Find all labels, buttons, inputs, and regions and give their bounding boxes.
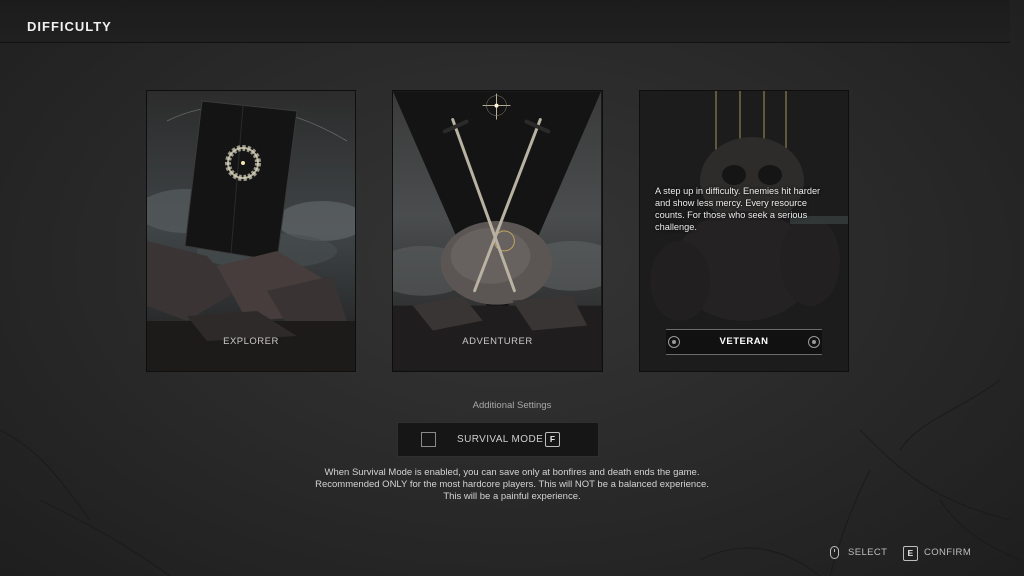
additional-settings-title: Additional Settings xyxy=(472,400,552,411)
key-e-icon: E xyxy=(903,546,918,561)
confirm-hint[interactable]: E CONFIRM xyxy=(903,546,973,561)
difficulty-card-adventurer[interactable]: ADVENTURER xyxy=(393,91,602,371)
survival-mode-label: SURVIVAL MODE xyxy=(457,434,544,445)
select-hint[interactable]: SELECT xyxy=(830,546,890,560)
card-label: ADVENTURER xyxy=(462,336,533,347)
card-label: VETERAN xyxy=(719,336,769,347)
survival-mode-toggle[interactable]: SURVIVAL MODE F xyxy=(397,422,599,457)
select-hint-label: SELECT xyxy=(848,547,888,558)
warning-line: When Survival Mode is enabled, you can s… xyxy=(324,467,700,478)
difficulty-card-explorer[interactable]: EXPLORER xyxy=(147,91,355,371)
key-f-icon: F xyxy=(545,432,560,447)
confirm-hint-label: CONFIRM xyxy=(924,547,972,558)
warning-line: Recommended ONLY for the most hardcore p… xyxy=(315,479,709,490)
warning-line: This will be a painful experience. xyxy=(443,491,581,502)
wreath-monolith-icon xyxy=(147,91,355,371)
crossed-swords-icon xyxy=(393,91,601,371)
difficulty-card-veteran[interactable]: A step up in difficulty. Enemies hit har… xyxy=(640,91,848,371)
card-label: EXPLORER xyxy=(223,336,279,347)
survival-warning: When Survival Mode is enabled, you can s… xyxy=(0,467,1024,503)
page-title: DIFFICULTY xyxy=(27,19,112,34)
survival-mode-checkbox[interactable] xyxy=(421,432,436,447)
mouse-icon xyxy=(830,546,839,559)
top-bar: DIFFICULTY xyxy=(0,0,1010,43)
difficulty-description: A step up in difficulty. Enemies hit har… xyxy=(655,186,821,232)
difficulty-screen: DIFFICULTY EXPLORER ADVENTURER A step up… xyxy=(0,0,1024,576)
